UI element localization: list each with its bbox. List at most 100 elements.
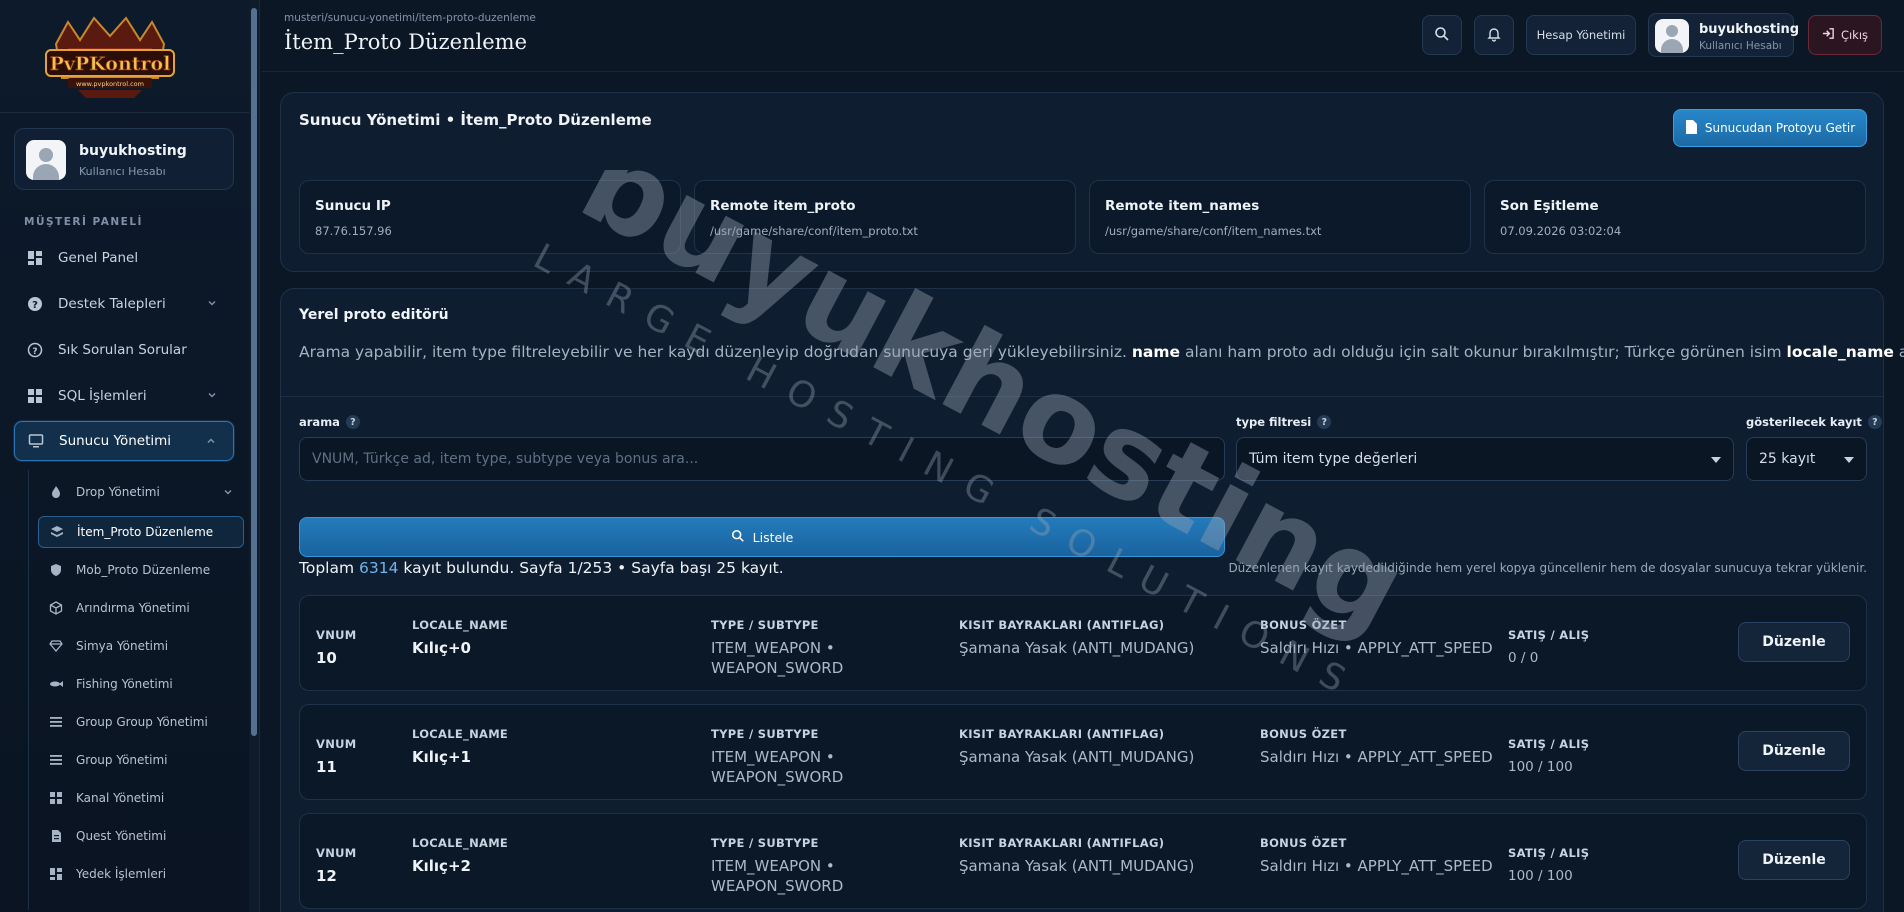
- info-label: Remote item_proto: [710, 198, 856, 214]
- flags-value: Şamana Yasak (ANTI_MUDANG): [959, 748, 1195, 766]
- page-size-select[interactable]: 25 kayıt: [1746, 437, 1867, 481]
- sidebar-item-label: Sık Sorulan Sorular: [58, 342, 187, 358]
- editor-title: Yerel proto editörü: [299, 307, 449, 323]
- table-row: VNUM 11 LOCALE_NAME Kılıç+1 TYPE / SUBTY…: [299, 704, 1867, 800]
- save-note: Düzenlenen kayıt kaydedildiğinde hem yer…: [1228, 561, 1867, 575]
- sidebar-sub-item-proto[interactable]: İtem_Proto Düzenleme: [38, 516, 244, 548]
- sidebar-divider: [0, 112, 250, 113]
- avatar: [1655, 19, 1689, 53]
- cube-icon: [48, 600, 64, 616]
- col-price-header: SATIŞ / ALIŞ: [1508, 846, 1590, 860]
- fish-icon: [48, 676, 64, 692]
- topbar-user-card[interactable]: buyukhosting Kullanıcı Hesabı: [1648, 13, 1799, 57]
- sidebar-item-destek-talepleri[interactable]: ? Destek Talepleri: [14, 284, 234, 324]
- sidebar-user-role: Kullanıcı Hesabı: [79, 165, 166, 178]
- col-locale-header: LOCALE_NAME: [412, 836, 509, 850]
- file-icon: [48, 828, 64, 844]
- help-icon[interactable]: ?: [1317, 415, 1332, 429]
- svg-text:PvPKontrol: PvPKontrol: [50, 53, 171, 75]
- sidebar-user-card[interactable]: buyukhosting Kullanıcı Hesabı: [14, 128, 234, 190]
- sidebar-item-label: SQL İşlemleri: [58, 388, 147, 404]
- editor-description: Arama yapabilir, item type filtreleyebil…: [299, 343, 1904, 361]
- sidebar-sub-label: İtem_Proto Düzenleme: [77, 525, 214, 539]
- help-icon[interactable]: ?: [1867, 415, 1882, 429]
- topbar-user-name: buyukhosting: [1699, 22, 1800, 37]
- sidebar-sub-label: Kanal Yönetimi: [76, 791, 165, 805]
- col-bonus-header: BONUS ÖZET: [1260, 618, 1347, 632]
- vnum-value: 11: [316, 758, 337, 776]
- gem-icon: [48, 638, 64, 654]
- chevron-down-icon: [206, 389, 220, 403]
- topbar: musteri/sunucu-yonetimi/item-proto-duzen…: [262, 0, 1904, 72]
- sidebar-sub-quest[interactable]: Quest Yönetimi: [38, 820, 244, 852]
- help-icon[interactable]: ?: [345, 415, 360, 429]
- sidebar-item-label: Destek Talepleri: [58, 296, 166, 312]
- avatar: [26, 140, 66, 180]
- info-value: /usr/game/share/conf/item_names.txt: [1105, 224, 1322, 238]
- flags-value: Şamana Yasak (ANTI_MUDANG): [959, 857, 1195, 875]
- caret-down-icon: [1844, 457, 1854, 463]
- server-info-card: Sunucu Yönetimi • İtem_Proto Düzenleme S…: [280, 92, 1884, 272]
- type-value: ITEM_WEAPON • WEAPON_SWORD: [711, 639, 844, 677]
- sidebar-sub-group[interactable]: Group Yönetimi: [38, 744, 244, 776]
- topbar-user-role: Kullanıcı Hesabı: [1699, 40, 1782, 52]
- logout-button[interactable]: Çıkış: [1808, 15, 1882, 55]
- info-last-sync: Son Eşitleme 07.09.2026 03:02:04: [1484, 180, 1866, 254]
- sidebar-scrollbar[interactable]: [249, 0, 259, 912]
- brand-logo[interactable]: PvPKontrol www.pvpkontrol.com: [38, 14, 182, 102]
- sidebar-sub-label: Group Group Yönetimi: [76, 715, 208, 729]
- notifications-button[interactable]: [1474, 15, 1514, 55]
- editor-divider: [281, 396, 1883, 397]
- dashboard-icon: [48, 866, 64, 882]
- sidebar-sub-label: Quest Yönetimi: [76, 829, 167, 843]
- sidebar-item-genel-panel[interactable]: Genel Panel: [14, 238, 234, 278]
- list-icon: [48, 752, 64, 768]
- document-icon: [1685, 119, 1697, 137]
- sidebar-item-label: Genel Panel: [58, 250, 139, 266]
- list-button[interactable]: Listele: [299, 517, 1225, 557]
- sidebar-sub-arindirma[interactable]: Arındırma Yönetimi: [38, 592, 244, 624]
- col-vnum-header: VNUM: [316, 737, 357, 751]
- info-remote-item-names: Remote item_names /usr/game/share/conf/i…: [1089, 180, 1471, 254]
- list-button-label: Listele: [752, 529, 794, 545]
- shield-icon: [48, 562, 64, 578]
- svg-text:?: ?: [32, 300, 38, 311]
- search-input[interactable]: VNUM, Türkçe ad, item type, subtype veya…: [299, 437, 1225, 481]
- sidebar-item-sss[interactable]: ? Sık Sorulan Sorular: [14, 330, 234, 370]
- svg-text:?: ?: [32, 347, 37, 357]
- flags-value: Şamana Yasak (ANTI_MUDANG): [959, 639, 1195, 657]
- chevron-down-icon: [206, 297, 220, 311]
- table-row: VNUM 10 LOCALE_NAME Kılıç+0 TYPE / SUBTY…: [299, 595, 1867, 691]
- edit-button[interactable]: Düzenle: [1738, 840, 1850, 880]
- account-management-button[interactable]: Hesap Yönetimi: [1526, 15, 1636, 55]
- sidebar-sub-label: Yedek İşlemleri: [76, 867, 167, 881]
- page-size-value: 25 kayıt: [1759, 451, 1816, 467]
- sidebar-sub-label: Fishing Yönetimi: [76, 677, 173, 691]
- type-filter-select[interactable]: Tüm item type değerleri: [1236, 437, 1734, 481]
- info-value: 87.76.157.96: [315, 224, 392, 238]
- info-label: Remote item_names: [1105, 198, 1260, 214]
- col-flags-header: KISIT BAYRAKLARI (ANTIFLAG): [959, 836, 1165, 850]
- edit-button[interactable]: Düzenle: [1738, 731, 1850, 771]
- bonus-value: Saldırı Hızı • APPLY_ATT_SPEED: [1260, 748, 1493, 766]
- sidebar-sub-fishing[interactable]: Fishing Yönetimi: [38, 668, 244, 700]
- sidebar-sub-drop[interactable]: Drop Yönetimi: [38, 476, 244, 508]
- sidebar-section-label: MÜŞTERİ PANELİ: [24, 216, 143, 228]
- sidebar-sub-group-group[interactable]: Group Group Yönetimi: [38, 706, 244, 738]
- breadcrumb[interactable]: musteri/sunucu-yonetimi/item-proto-duzen…: [284, 12, 536, 24]
- sidebar-sub-yedek[interactable]: Yedek İşlemleri: [38, 858, 244, 890]
- edit-button[interactable]: Düzenle: [1738, 622, 1850, 662]
- server-card-title: Sunucu Yönetimi • İtem_Proto Düzenleme: [299, 111, 652, 129]
- sidebar-sub-label: Arındırma Yönetimi: [76, 601, 190, 615]
- sidebar-user-name: buyukhosting: [79, 143, 187, 159]
- sidebar-sub-mob-proto[interactable]: Mob_Proto Düzenleme: [38, 554, 244, 586]
- sidebar-sub-simya[interactable]: Simya Yönetimi: [38, 630, 244, 662]
- sidebar-sub-kanal[interactable]: Kanal Yönetimi: [38, 782, 244, 814]
- col-vnum-header: VNUM: [316, 846, 357, 860]
- search-button[interactable]: [1422, 15, 1462, 55]
- database-icon: [26, 387, 44, 405]
- sidebar-item-sql[interactable]: SQL İşlemleri: [14, 376, 234, 416]
- sidebar-item-sunucu-yonetimi[interactable]: Sunucu Yönetimi: [14, 421, 234, 461]
- fetch-proto-button[interactable]: Sunucudan Protoyu Getir: [1673, 109, 1867, 147]
- col-price-header: SATIŞ / ALIŞ: [1508, 737, 1590, 751]
